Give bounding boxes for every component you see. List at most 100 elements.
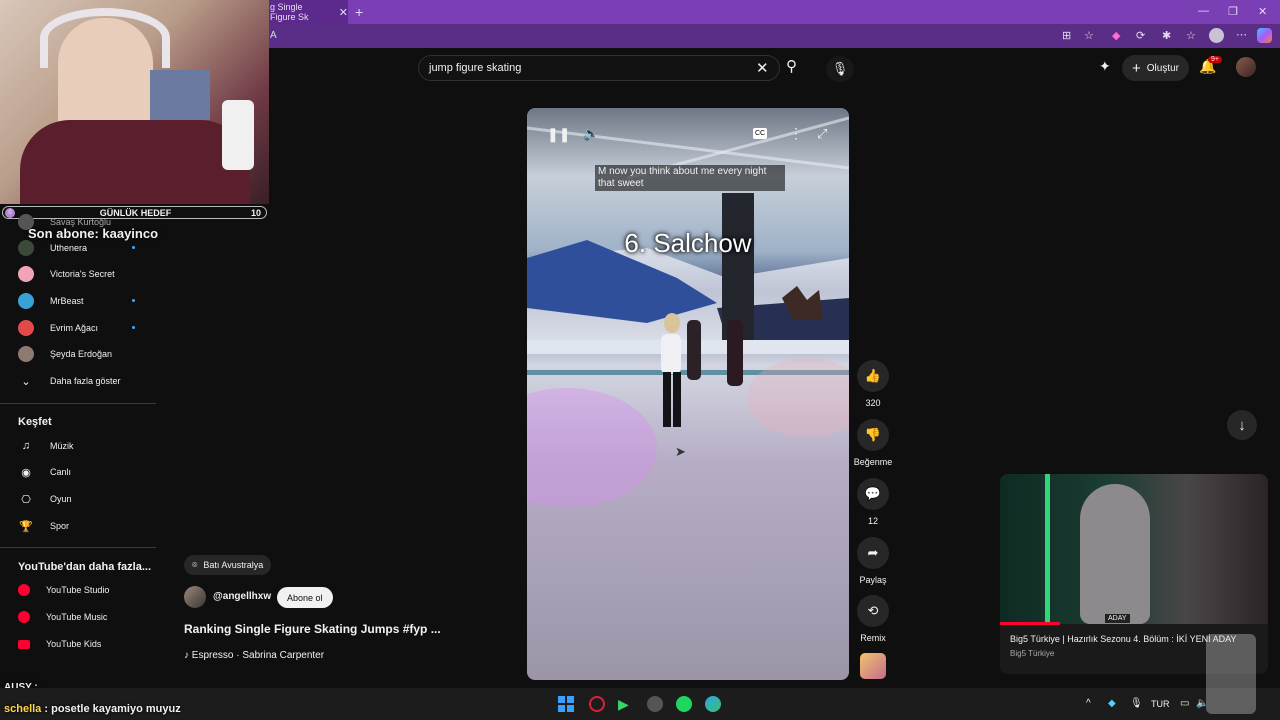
volume-icon[interactable]: 🔈: [583, 126, 599, 142]
goal-value: 10: [251, 208, 262, 218]
opera-icon[interactable]: [589, 696, 605, 712]
profile-avatar[interactable]: [1209, 28, 1224, 43]
puzzle-icon[interactable]: ✱: [1162, 29, 1171, 42]
remix-button[interactable]: ⟲ Remix: [855, 595, 891, 643]
location-label: Batı Avustralya: [203, 560, 264, 570]
person-figure: [1080, 484, 1150, 624]
search-value: jump figure skating: [429, 62, 522, 74]
tray-app-icon[interactable]: ◆: [1108, 698, 1116, 709]
youtube-kids-icon: [18, 639, 30, 649]
sidebar-item-studio[interactable]: YouTube Studio: [18, 580, 109, 600]
extension-icon[interactable]: ◆: [1112, 29, 1120, 42]
tray-chevron-icon[interactable]: ^: [1086, 698, 1091, 709]
short-title[interactable]: Ranking Single Figure Skating Jumps #fyp…: [184, 622, 441, 636]
copilot-icon[interactable]: [1257, 28, 1272, 43]
youtube-studio-icon: [18, 584, 30, 596]
music-link[interactable]: ♪ Espresso · Sabrina Carpenter: [184, 650, 324, 661]
next-short-arrow-icon[interactable]: ↓: [1227, 410, 1257, 440]
channel-avatar[interactable]: [184, 586, 206, 608]
aday-badge: ADAY: [1105, 614, 1130, 623]
clear-search-icon[interactable]: ✕: [756, 59, 769, 77]
create-button[interactable]: + Oluştur: [1122, 55, 1189, 81]
sidebar-item-label: MrBeast: [50, 296, 84, 306]
thumbs-up-icon: 👍: [857, 360, 889, 392]
more-options-icon[interactable]: ⋮: [789, 125, 803, 142]
captions-icon[interactable]: CC: [753, 128, 767, 139]
sidebar-sub-4[interactable]: Evrim Ağacı: [18, 318, 98, 338]
channel-avatar: [18, 293, 34, 309]
create-label: Oluştur: [1146, 62, 1179, 74]
comment-icon: 💬: [857, 478, 889, 510]
minimize-icon[interactable]: —: [1198, 5, 1209, 17]
short-video-player[interactable]: ❚❚ 🔈 CC ⋮ ⤢ M now you think about me eve…: [527, 108, 849, 680]
spotify-icon[interactable]: [676, 696, 692, 712]
sidebar-sub-3[interactable]: MrBeast: [18, 291, 84, 311]
new-content-dot: [132, 246, 135, 249]
edge-browser-icon[interactable]: [705, 696, 721, 712]
steam-icon[interactable]: [647, 696, 663, 712]
favorite-star-icon[interactable]: ☆: [1084, 29, 1094, 42]
sidebar-sub-2[interactable]: Victoria's Secret: [18, 264, 115, 284]
sidebar-item-label: Şeyda Erdoğan: [50, 349, 113, 359]
favorites-icon[interactable]: ☆: [1186, 29, 1196, 42]
premium-gift-icon[interactable]: ✦: [1099, 58, 1111, 75]
sidebar-item-sports[interactable]: 🏆 Spor: [18, 516, 69, 536]
sidebar-item-gaming[interactable]: ⎔ Oyun: [18, 489, 71, 509]
tray-mic-icon[interactable]: 🎙: [1130, 698, 1143, 709]
sidebar-sub-0[interactable]: Savaş Kurtoğlu: [18, 212, 111, 232]
comments-button[interactable]: 💬 12: [855, 478, 891, 526]
sound-thumbnail[interactable]: [860, 653, 886, 679]
refresh-extension-icon[interactable]: ⟳: [1136, 29, 1145, 42]
sidebar-item-kids[interactable]: YouTube Kids: [18, 634, 101, 654]
sidebar-item-label: Spor: [50, 521, 70, 531]
sidebar-item-music[interactable]: ♫ Müzik: [18, 436, 74, 456]
channel-handle[interactable]: @angellhxw: [213, 591, 271, 602]
location-chip[interactable]: ⌾ Batı Avustralya: [184, 555, 272, 575]
dislike-button[interactable]: 👎 Beğenme: [850, 419, 896, 467]
sidebar-sub-1[interactable]: Uthenera: [18, 238, 87, 258]
network-icon[interactable]: ▭: [1180, 698, 1189, 709]
comment-count: 12: [867, 516, 878, 526]
menu-dots-icon[interactable]: ⋯: [1236, 28, 1247, 41]
miniplayer-progress: [1000, 622, 1060, 625]
miniplayer-channel[interactable]: Big5 Türkiye: [1010, 649, 1054, 658]
sidebar-item-label: YouTube Kids: [46, 639, 102, 649]
windows-start-icon[interactable]: [558, 696, 574, 712]
sidebar-item-live[interactable]: ◉ Canlı: [18, 462, 71, 482]
channel-avatar: [18, 214, 34, 230]
sidebar-item-label: Evrim Ağacı: [50, 323, 99, 333]
chat-text: : posetle kayamiyo muyuz: [44, 703, 181, 715]
gamepad-icon: ⎔: [21, 493, 31, 506]
headphones: [40, 8, 170, 68]
browser-tab[interactable]: g Single Figure Sk ✕: [262, 0, 348, 24]
sidebar-sub-5[interactable]: Şeyda Erdoğan: [18, 344, 112, 364]
search-input[interactable]: jump figure skating: [418, 55, 780, 81]
pause-icon[interactable]: ❚❚: [547, 126, 570, 143]
channel-avatar: [18, 266, 34, 282]
sidebar-item-label: YouTube Studio: [46, 585, 110, 595]
subscribe-button[interactable]: Abone ol: [277, 587, 333, 608]
divider: [0, 403, 156, 404]
remix-label: Remix: [860, 633, 886, 643]
apps-icon[interactable]: ⊞: [1062, 29, 1071, 42]
new-tab-icon[interactable]: +: [355, 4, 363, 20]
maximize-icon[interactable]: ❐: [1228, 5, 1238, 18]
user-avatar[interactable]: [1236, 57, 1256, 77]
channel-avatar: [18, 320, 34, 336]
tab-close-icon[interactable]: ✕: [339, 6, 348, 19]
divider: [0, 547, 156, 548]
miniplayer-thumbnail: ADAY: [1000, 474, 1268, 624]
close-window-icon[interactable]: ✕: [1258, 5, 1267, 18]
sidebar-item-music-app[interactable]: YouTube Music: [18, 607, 107, 627]
microphone-icon[interactable]: 🎙: [826, 56, 854, 82]
explore-title: Keşfet: [18, 416, 52, 428]
language-indicator[interactable]: TUR: [1151, 699, 1170, 709]
live-broadcast-icon: ◉: [21, 466, 31, 479]
show-more-button[interactable]: ⌄ Daha fazla göster: [18, 371, 120, 391]
dislike-label: Beğenme: [853, 457, 893, 467]
media-player-icon[interactable]: ▶: [618, 696, 629, 713]
fullscreen-icon[interactable]: ⤢: [817, 126, 827, 142]
share-button[interactable]: ➦ Paylaş: [855, 537, 891, 585]
search-icon[interactable]: ⚲: [786, 57, 797, 75]
like-button[interactable]: 👍 320: [855, 360, 891, 408]
